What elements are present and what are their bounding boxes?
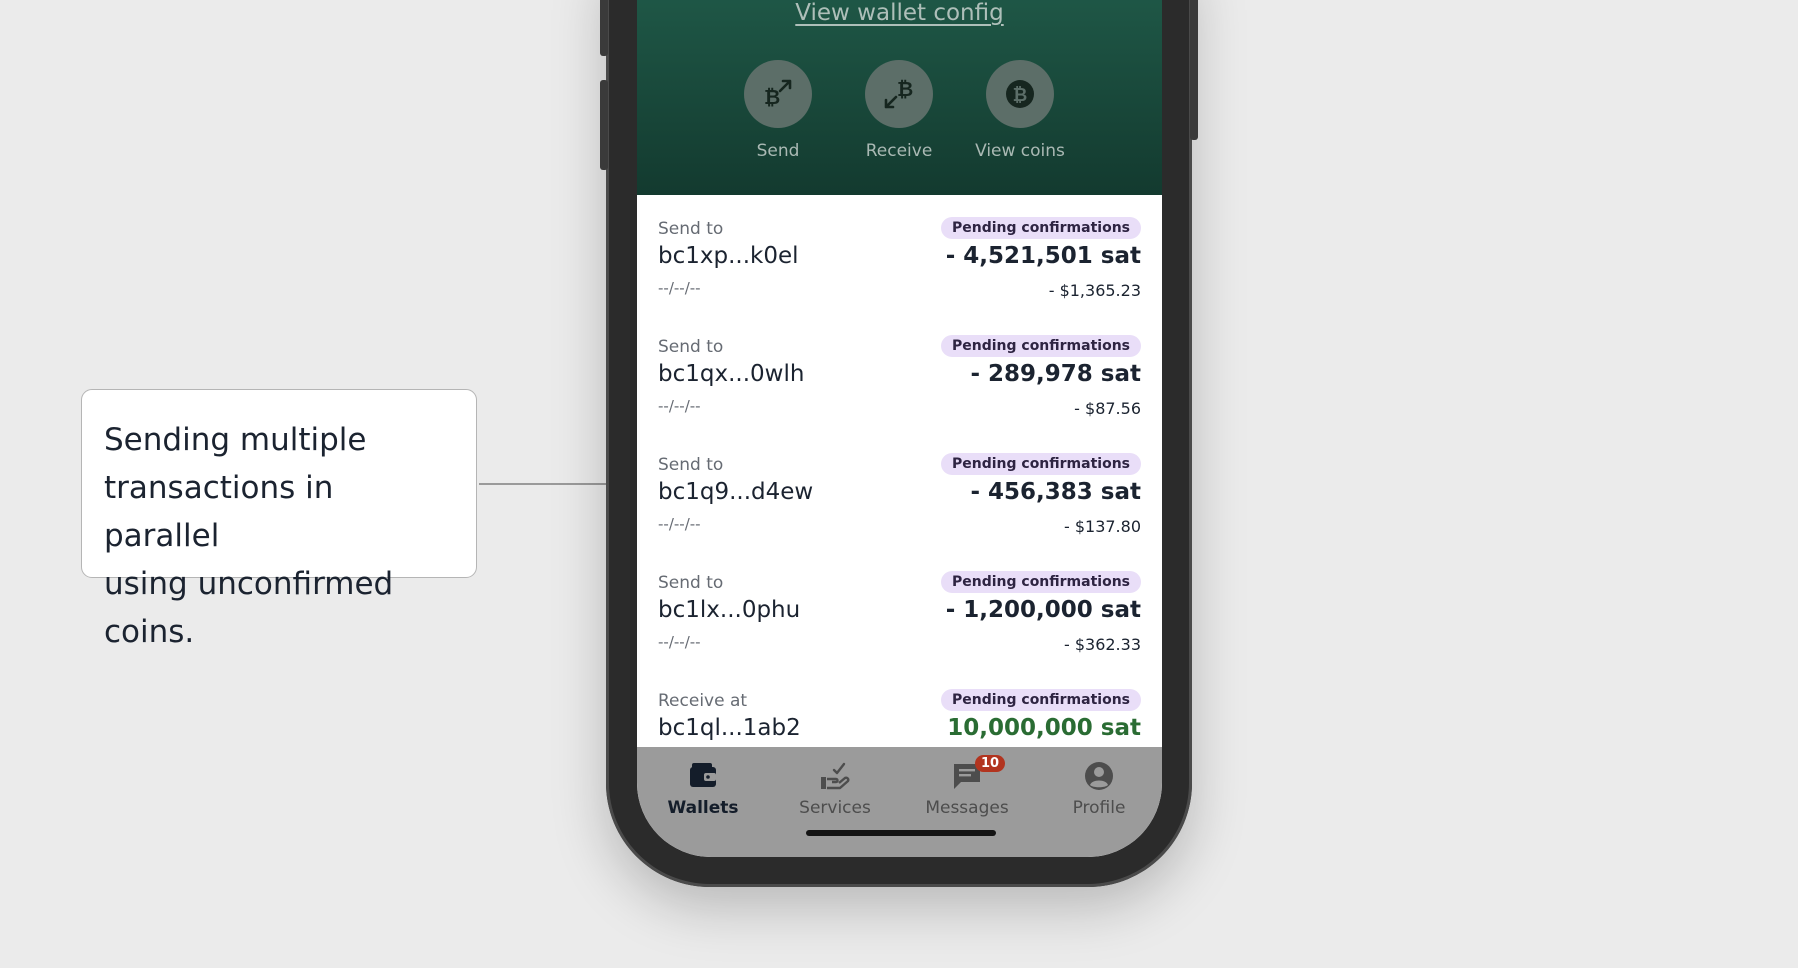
bitcoin-receive-icon: ₿ bbox=[865, 60, 933, 128]
tab-messages[interactable]: 10 Messages bbox=[901, 755, 1033, 818]
send-button[interactable]: ₿ Send bbox=[723, 60, 833, 161]
transaction-amount: - 4,521,501 sat bbox=[945, 243, 1141, 269]
send-label: Send bbox=[756, 141, 800, 161]
tab-profile[interactable]: Profile bbox=[1033, 759, 1162, 818]
notification-badge: 10 bbox=[975, 755, 1006, 772]
transaction-date: --/--/-- bbox=[658, 515, 701, 533]
transaction-type: Send to bbox=[658, 573, 724, 593]
tab-label: Messages bbox=[925, 798, 1009, 818]
phone-screen: View wallet config ₿ Send ₿ Receive ₿ Vi… bbox=[637, 0, 1162, 857]
transaction-fiat-amount: - $87.56 bbox=[1074, 399, 1141, 418]
view-wallet-config-link[interactable]: View wallet config bbox=[637, 0, 1162, 26]
view-coins-label: View coins bbox=[975, 141, 1065, 161]
transaction-address: bc1ql...1ab2 bbox=[658, 715, 801, 741]
status-badge: Pending confirmations bbox=[940, 217, 1141, 239]
tab-label: Profile bbox=[1072, 798, 1126, 818]
transaction-row[interactable]: Send to bc1qx...0wlh --/--/-- Pending co… bbox=[637, 313, 1162, 431]
messages-icon: 10 bbox=[901, 755, 1033, 793]
transaction-fiat-amount: - $137.80 bbox=[1063, 517, 1141, 536]
tab-wallets[interactable]: Wallets bbox=[637, 759, 769, 818]
svg-text:₿: ₿ bbox=[1013, 85, 1028, 106]
status-badge: Pending confirmations bbox=[940, 335, 1141, 357]
svg-text:₿: ₿ bbox=[897, 77, 913, 101]
transaction-date: --/--/-- bbox=[658, 397, 701, 415]
transaction-address: bc1lx...0phu bbox=[658, 597, 801, 623]
status-badge: Pending confirmations bbox=[940, 453, 1141, 475]
callout-line-1: Sending multiple bbox=[104, 422, 367, 458]
transaction-type: Send to bbox=[658, 337, 724, 357]
tab-label: Services bbox=[799, 798, 871, 818]
profile-icon bbox=[1033, 759, 1162, 793]
tab-label: Wallets bbox=[667, 798, 739, 818]
transaction-address: bc1q9...d4ew bbox=[658, 479, 814, 505]
receive-label: Receive bbox=[865, 141, 933, 161]
phone-side-button bbox=[600, 80, 608, 170]
phone-side-button bbox=[600, 0, 608, 56]
phone-side-button bbox=[1190, 0, 1198, 140]
bottom-tab-bar: Wallets Services 10 Messages Profile bbox=[637, 747, 1162, 857]
tab-services[interactable]: Services bbox=[769, 759, 901, 818]
view-coins-button[interactable]: ₿ View coins bbox=[965, 60, 1075, 161]
callout-line-2: transactions in parallel bbox=[104, 470, 334, 554]
services-hand-icon bbox=[769, 759, 901, 793]
transaction-address: bc1qx...0wlh bbox=[658, 361, 805, 387]
wallet-header: View wallet config ₿ Send ₿ Receive ₿ Vi… bbox=[637, 0, 1162, 195]
svg-text:₿: ₿ bbox=[764, 85, 780, 109]
transaction-type: Receive at bbox=[658, 691, 748, 711]
transaction-date: --/--/-- bbox=[658, 633, 701, 651]
transaction-address: bc1xp...k0el bbox=[658, 243, 799, 269]
transaction-fiat-amount: - $362.33 bbox=[1063, 635, 1141, 654]
transaction-type: Send to bbox=[658, 219, 724, 239]
transaction-row[interactable]: Send to bc1xp...k0el --/--/-- Pending co… bbox=[637, 195, 1162, 313]
wallet-icon bbox=[637, 759, 769, 793]
bitcoin-coin-icon: ₿ bbox=[986, 60, 1054, 128]
transaction-row[interactable]: Send to bc1lx...0phu --/--/-- Pending co… bbox=[637, 549, 1162, 667]
callout-line-3: using unconfirmed coins. bbox=[104, 566, 394, 650]
transaction-date: --/--/-- bbox=[658, 279, 701, 297]
status-badge: Pending confirmations bbox=[940, 689, 1141, 711]
transaction-amount: - 289,978 sat bbox=[970, 361, 1141, 387]
home-indicator bbox=[806, 830, 996, 836]
bitcoin-send-icon: ₿ bbox=[744, 60, 812, 128]
annotation-callout: Sending multiple transactions in paralle… bbox=[81, 389, 477, 650]
transaction-amount: - 456,383 sat bbox=[970, 479, 1141, 505]
receive-button[interactable]: ₿ Receive bbox=[844, 60, 954, 161]
transaction-amount: - 1,200,000 sat bbox=[945, 597, 1141, 623]
transaction-fiat-amount: - $1,365.23 bbox=[1048, 281, 1141, 300]
transaction-amount: 10,000,000 sat bbox=[947, 715, 1141, 741]
status-badge: Pending confirmations bbox=[940, 571, 1141, 593]
transaction-row[interactable]: Send to bc1q9...d4ew --/--/-- Pending co… bbox=[637, 431, 1162, 549]
transaction-type: Send to bbox=[658, 455, 724, 475]
